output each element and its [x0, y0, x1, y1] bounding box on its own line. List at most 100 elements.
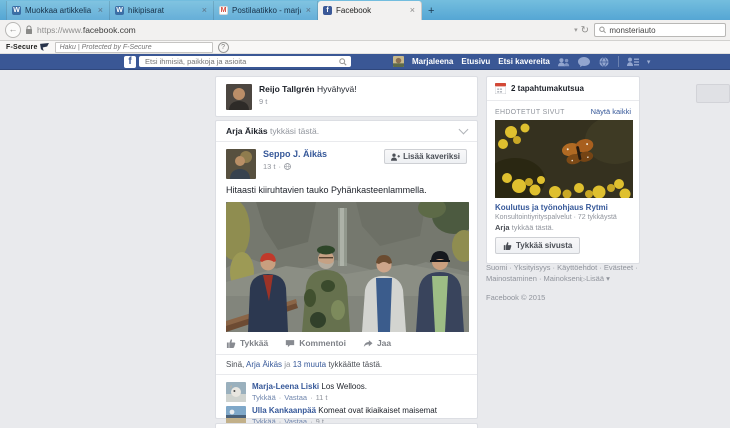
friend-name: Arja — [495, 223, 510, 232]
browser-search-input[interactable] — [609, 26, 721, 35]
see-all-link[interactable]: Näytä kaikki — [591, 107, 631, 116]
facebook-favicon: f — [323, 6, 332, 15]
facebook-search-input[interactable] — [143, 56, 339, 67]
suggested-page-link[interactable]: Koulutus ja työnohjaus Rytmi — [487, 198, 639, 212]
comment-button[interactable]: Kommentoi — [285, 338, 346, 348]
tab-title: Muokkaa artikkelia - hikipi... — [25, 6, 93, 15]
avatar[interactable] — [226, 382, 246, 402]
facebook-logo[interactable]: f — [124, 56, 136, 68]
footer-link[interactable]: Yksityisyys — [507, 263, 550, 272]
add-friend-button[interactable]: Lisää kaveriksi — [384, 149, 467, 164]
likes-others-link[interactable]: 13 muuta — [293, 360, 326, 369]
like-page-button[interactable]: Tykkää sivusta — [495, 237, 580, 254]
copyright: Facebook © 2015 — [486, 292, 638, 303]
timestamp[interactable]: 9 t — [259, 97, 357, 106]
likes-summary: Sinä, Arja Äikäs ja 13 muuta tykkäätte t… — [216, 355, 477, 375]
event-invites-label: 2 tapahtumakutsua — [511, 84, 584, 93]
nav-home-link[interactable]: Etusivu — [461, 57, 490, 66]
footer-more-link[interactable]: Lisää ▾ — [586, 274, 610, 283]
footer-link[interactable]: Suomi — [486, 263, 507, 272]
public-globe-icon — [284, 163, 291, 170]
reload-button[interactable]: ↻ — [581, 25, 589, 36]
tab-strip: W Muokkaa artikkelia - hikipi... × W hik… — [0, 0, 730, 20]
browser-window: W Muokkaa artikkelia - hikipi... × W hik… — [0, 0, 730, 428]
profile-avatar[interactable] — [393, 56, 404, 67]
url-scheme: https://www. — [37, 25, 83, 35]
commenter-link[interactable]: Marja-Leena Liski — [252, 382, 319, 391]
comment-reply-link[interactable]: Vastaa — [284, 393, 307, 402]
likes-friend-link[interactable]: Arja Äikäs — [246, 360, 282, 369]
facebook-navbar: f Marjaleena Etusivu Etsi kavereita — [0, 54, 730, 70]
dropdown-icon[interactable]: ▾ — [574, 26, 578, 34]
post-author-link[interactable]: Seppo J. Äikäs — [263, 149, 327, 160]
social-suffix: tykkää tästä. — [512, 223, 554, 232]
tab-facebook-active[interactable]: f Facebook × — [318, 1, 422, 20]
close-icon[interactable]: × — [409, 6, 416, 15]
search-icon — [599, 26, 606, 34]
context-action: tykkäsi tästä. — [270, 126, 319, 136]
tab-postilaatikko[interactable]: M Postilaatikko - marjaleena... × — [214, 1, 318, 20]
url-domain: facebook.com — [83, 25, 136, 35]
close-icon[interactable]: × — [97, 6, 104, 15]
close-icon[interactable]: × — [201, 6, 208, 15]
post-photo[interactable] — [226, 202, 469, 332]
calendar-icon — [495, 83, 506, 94]
new-tab-button[interactable]: + — [428, 6, 434, 17]
suggested-page-meta: Konsultointiyrityspalvelut · 72 tykkäyst… — [487, 212, 639, 221]
tab-title: hikipisarat — [128, 6, 197, 15]
tab-muokkaa-artikkelia[interactable]: W Muokkaa artikkelia - hikipi... × — [6, 1, 110, 20]
privacy-shortcuts-icon[interactable] — [627, 57, 639, 67]
likes-and: ja — [284, 360, 290, 369]
add-friend-label: Lisää kaveriksi — [403, 152, 460, 161]
footer-link[interactable]: Evästeet — [597, 263, 633, 272]
story-text: Reijo Tallgrén Hyvähyvä! — [259, 84, 357, 95]
comment-text: Los Welloos. — [321, 382, 367, 391]
share-arrow-icon — [363, 339, 373, 348]
comment-timestamp: 11 t — [316, 393, 328, 402]
messages-icon[interactable] — [578, 57, 590, 67]
comment-bubble-icon — [285, 339, 295, 348]
close-icon[interactable]: × — [305, 6, 312, 15]
commenter-link[interactable]: Ulla Kankaanpää — [252, 406, 316, 415]
thumb-up-icon — [503, 241, 512, 250]
comment-like-link[interactable]: Tykkää — [252, 393, 276, 402]
footer-link[interactable]: Mainokseni — [537, 274, 582, 283]
address-field[interactable]: https://www.facebook.com — [37, 25, 571, 35]
event-invites-row[interactable]: 2 tapahtumakutsua — [487, 77, 639, 101]
like-button[interactable]: Tykkää — [226, 338, 268, 348]
url-bar: ← https://www.facebook.com ▾ ↻ — [0, 20, 730, 41]
navbar-divider — [618, 56, 619, 67]
context-name-link[interactable]: Arja Äikäs — [226, 126, 268, 136]
fsecure-logo-icon — [40, 43, 49, 51]
avatar[interactable] — [226, 149, 256, 179]
author-link[interactable]: Reijo Tallgrén — [259, 84, 315, 94]
back-button[interactable]: ← — [5, 22, 21, 38]
suggested-page-photo[interactable] — [495, 120, 633, 198]
share-button[interactable]: Jaa — [363, 338, 391, 348]
browser-search-box — [594, 23, 726, 37]
tab-hikipisarat[interactable]: W hikipisarat × — [110, 1, 214, 20]
fsecure-brand-label: F-Secure — [6, 44, 38, 51]
like-page-label: Tykkää sivusta — [516, 241, 572, 250]
footer-links: SuomiYksityisyysKäyttöehdotEvästeet Maino… — [486, 262, 638, 286]
next-feed-card-stub — [215, 423, 478, 428]
story-context-row: Arja Äikäs tykkäsi tästä. — [216, 121, 477, 142]
wiki-icon: W — [115, 6, 124, 15]
help-icon[interactable]: ? — [218, 42, 229, 53]
comment-row: Marja-Leena Liski Los Welloos. Tykkää Vas… — [226, 382, 467, 402]
avatar[interactable] — [226, 84, 252, 110]
fsecure-search-input[interactable] — [55, 42, 213, 53]
post-timestamp[interactable]: 13 t — [263, 162, 276, 171]
notifications-globe-icon[interactable] — [598, 57, 610, 67]
nav-profile-link[interactable]: Marjaleena — [412, 57, 453, 66]
feed-story-reijo: Reijo Tallgrén Hyvähyvä! 9 t — [215, 76, 478, 117]
collapsed-side-panel[interactable] — [696, 84, 730, 103]
story-options-chevron-icon[interactable] — [459, 125, 469, 135]
lock-icon — [25, 25, 33, 35]
account-menu-caret-icon[interactable]: ▾ — [647, 58, 651, 66]
nav-find-friends-link[interactable]: Etsi kavereita — [498, 57, 550, 66]
friend-requests-icon[interactable] — [558, 57, 570, 67]
status-text: Hyvähyvä! — [317, 84, 357, 94]
footer-link[interactable]: Käyttöehdot — [550, 263, 597, 272]
comments-section: Marja-Leena Liski Los Welloos. Tykkää Vas… — [216, 375, 477, 426]
